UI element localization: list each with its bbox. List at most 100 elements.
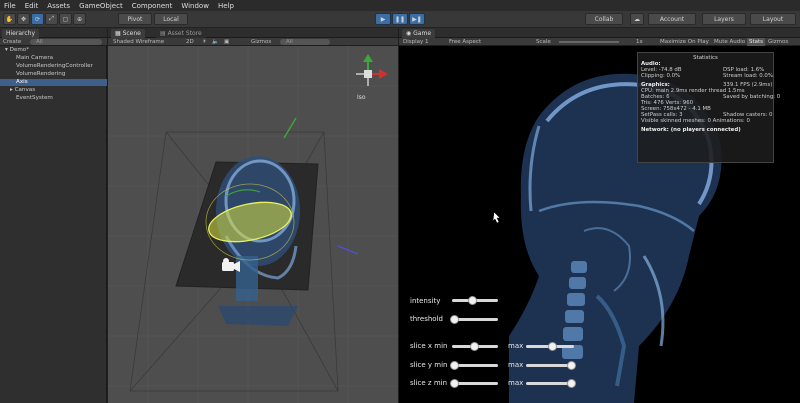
orientation-gizmo[interactable] <box>356 54 388 86</box>
hier-item-main-camera[interactable]: Main Camera <box>0 55 107 62</box>
main-toolbar: ✋ ✥ ⟳ ⤢ ▢ ⊕ Pivot Local ▶ ❚❚ ▶❚ Collab ☁… <box>0 11 800 28</box>
slider-thumb[interactable] <box>449 379 459 388</box>
slider-thumb[interactable] <box>547 342 557 351</box>
slice-y-min-slider[interactable] <box>449 361 498 370</box>
hierarchy-subbar: Create All <box>0 38 107 46</box>
collab-label: Collab <box>594 15 614 23</box>
step-icon: ▶❚ <box>412 15 422 23</box>
scale-value: 1x <box>636 39 643 45</box>
slider-thumb[interactable] <box>469 342 479 351</box>
slice-x-max-slider[interactable] <box>526 342 574 351</box>
intensity-slider[interactable] <box>452 296 498 305</box>
account-label: Account <box>659 15 685 23</box>
slice-y-max-label: max <box>508 361 524 369</box>
create-button[interactable]: Create <box>3 38 21 46</box>
hierarchy-panel: ▾ Demo* Main Camera VolumeRenderingContr… <box>0 46 107 403</box>
menu-component[interactable]: Component <box>132 2 173 10</box>
play-button[interactable]: ▶ <box>375 13 391 25</box>
cloud-button[interactable]: ☁ <box>630 13 644 25</box>
tab-asset-store-label: Asset Store <box>167 30 202 37</box>
menu-file[interactable]: File <box>4 2 16 10</box>
slider-thumb[interactable] <box>449 315 459 324</box>
mouse-cursor-icon <box>492 211 501 224</box>
menu-gameobject[interactable]: GameObject <box>79 2 123 10</box>
hierarchy-search-input[interactable]: All <box>30 39 102 45</box>
move-tool-button[interactable]: ✥ <box>17 13 30 25</box>
display-dropdown[interactable]: Display 1 <box>403 38 429 46</box>
lighting-icon[interactable]: ☀ <box>202 38 207 46</box>
collab-button[interactable]: Collab <box>585 13 623 25</box>
scale-slider[interactable] <box>559 41 619 43</box>
menu-help[interactable]: Help <box>218 2 234 10</box>
pause-button[interactable]: ❚❚ <box>392 13 408 25</box>
slice-z-max-slider[interactable] <box>526 379 577 388</box>
game-view[interactable]: Statistics Audio: Level: -74.8 dB DSP loa… <box>399 46 800 403</box>
slider-thumb[interactable] <box>449 361 459 370</box>
rotate-tool-button[interactable]: ⟳ <box>31 13 44 25</box>
slice-y-min-label: slice y min <box>410 361 448 369</box>
mute-audio-toggle[interactable]: Mute Audio <box>714 38 745 46</box>
game-subbar: Display 1 Free Aspect Scale 1x Maximize … <box>399 38 800 46</box>
scene-search-input[interactable]: All <box>280 39 330 45</box>
audio-icon[interactable]: 🔈 <box>212 38 219 46</box>
2d-toggle[interactable]: 2D <box>186 38 194 46</box>
hier-item-axis[interactable]: Axis <box>0 79 107 86</box>
slider-track <box>452 318 498 321</box>
transform-tool-button[interactable]: ⊕ <box>73 13 86 25</box>
layout-label: Layout <box>762 15 784 23</box>
aspect-dropdown[interactable]: Free Aspect <box>449 38 481 46</box>
layers-dropdown[interactable]: Layers <box>702 13 746 25</box>
perspective-label[interactable]: Iso <box>357 94 366 101</box>
layout-dropdown[interactable]: Layout <box>750 13 796 25</box>
hier-item-event-system[interactable]: EventSystem <box>0 95 107 102</box>
scene-canvas <box>108 46 398 403</box>
tab-hierarchy[interactable]: Hierarchy <box>2 29 40 38</box>
tab-scene-label: Scene <box>122 30 141 37</box>
game-tabbar: ◉ Game <box>399 28 800 38</box>
intensity-label: intensity <box>410 297 441 305</box>
local-toggle[interactable]: Local <box>154 13 188 25</box>
play-icon: ▶ <box>380 15 386 23</box>
rect-tool-button[interactable]: ▢ <box>59 13 72 25</box>
scale-icon: ⤢ <box>49 15 54 22</box>
account-dropdown[interactable]: Account <box>648 13 696 25</box>
tab-scene[interactable]: ▦ Scene <box>111 29 145 38</box>
maximize-on-play-toggle[interactable]: Maximize On Play <box>660 38 709 46</box>
scene-view[interactable]: Iso <box>108 46 398 403</box>
slider-thumb[interactable] <box>468 296 478 305</box>
statistics-panel: Statistics Audio: Level: -74.8 dB DSP loa… <box>637 52 780 163</box>
pivot-toggle[interactable]: Pivot <box>118 13 152 25</box>
threshold-slider[interactable] <box>449 315 498 324</box>
transform-icon: ⊕ <box>76 15 83 23</box>
hier-item-volume-rendering[interactable]: VolumeRendering <box>0 71 107 78</box>
slice-z-min-slider[interactable] <box>449 379 498 388</box>
scene-icon: ▦ <box>115 30 123 37</box>
effects-icon[interactable]: ▣ <box>224 38 229 46</box>
menu-window[interactable]: Window <box>181 2 209 10</box>
hier-item-canvas[interactable]: ▸ Canvas <box>0 87 107 94</box>
slice-x-min-slider[interactable] <box>452 342 498 351</box>
hierarchy-tabbar: Hierarchy <box>0 28 107 38</box>
stats-toggle[interactable]: Stats <box>747 38 766 46</box>
tab-game[interactable]: ◉ Game <box>402 29 436 38</box>
gizmos-dropdown[interactable]: Gizmos <box>251 38 271 46</box>
shading-mode-dropdown[interactable]: Shaded Wireframe <box>113 38 164 46</box>
scale-tool-button[interactable]: ⤢ <box>45 13 58 25</box>
scene-name: Demo* <box>9 47 30 53</box>
cloud-icon: ☁ <box>634 15 640 23</box>
slice-x-min-label: slice x min <box>410 342 448 350</box>
slider-track <box>452 364 498 367</box>
hand-tool-button[interactable]: ✋ <box>3 13 16 25</box>
scene-tabbar: ▦ Scene ▤ Asset Store <box>108 28 398 38</box>
scene-root[interactable]: ▾ Demo* <box>0 47 107 54</box>
game-gizmos-dropdown[interactable]: Gizmos <box>768 38 788 46</box>
hier-item-volume-rendering-controller[interactable]: VolumeRenderingController <box>0 63 107 70</box>
step-button[interactable]: ▶❚ <box>409 13 425 25</box>
slice-y-max-slider[interactable] <box>526 361 577 370</box>
tab-asset-store[interactable]: ▤ Asset Store <box>156 29 206 38</box>
menu-assets[interactable]: Assets <box>47 2 70 10</box>
threshold-label: threshold <box>410 315 443 323</box>
scene-subbar: Shaded Wireframe 2D ☀ 🔈 ▣ Gizmos All <box>108 38 398 46</box>
move-icon: ✥ <box>20 15 27 23</box>
menu-edit[interactable]: Edit <box>25 2 39 10</box>
